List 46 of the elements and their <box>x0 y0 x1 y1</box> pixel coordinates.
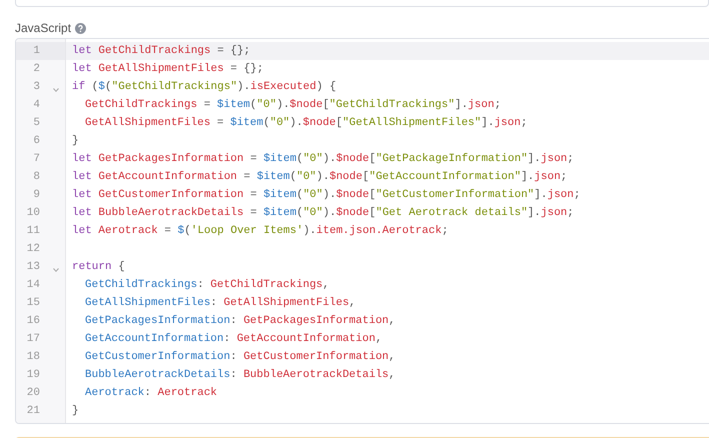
line-number: 10 <box>26 206 40 221</box>
code-line: GetChildTrackings: GetChildTrackings, <box>85 278 330 293</box>
line-number: 17 <box>26 332 40 347</box>
code-line: GetAllShipmentFiles = $item("0").$node["GetAllShipmentFiles"].json; <box>85 116 528 131</box>
fold-chevron-icon[interactable] <box>53 88 59 92</box>
code-line: GetChildTrackings = $item("0").$node["GetChildTrackings"].json; <box>85 98 501 113</box>
code-line: let BubbleAerotrackDetails = $item("0").$node["Get Aerotrack details"].json; <box>72 206 574 221</box>
code-line: GetCustomerInformation: GetCustomerInformation, <box>85 350 396 365</box>
code-line: } <box>72 134 79 149</box>
code-line: GetAccountInformation: GetAccountInformation, <box>85 332 382 347</box>
field-label: JavaScript <box>15 20 72 37</box>
line-number: 14 <box>26 278 40 293</box>
line-number: 7 <box>32 152 40 167</box>
line-number: 6 <box>32 134 40 149</box>
code-line: let GetCustomerInformation = $item("0").$node["GetCustomerInformation"].json; <box>72 188 580 203</box>
code-line: GetPackagesInformation: GetPackagesInformation, <box>85 314 396 329</box>
line-number: 4 <box>32 98 40 113</box>
code-line: return { <box>72 260 125 275</box>
code-line: } <box>72 404 79 419</box>
line-number: 5 <box>32 116 40 131</box>
line-number: 16 <box>26 314 40 329</box>
line-number: 19 <box>26 368 40 383</box>
line-number: 8 <box>32 170 40 185</box>
line-number: 3 <box>32 80 40 95</box>
line-number: 9 <box>32 188 40 203</box>
line-number: 2 <box>32 62 40 77</box>
code-line: Aerotrack: Aerotrack <box>85 386 218 401</box>
code-line: let GetChildTrackings = {}; <box>72 44 250 59</box>
line-number: 12 <box>26 242 40 257</box>
line-number: 18 <box>26 350 40 365</box>
code-line: BubbleAerotrackDetails: BubbleAerotrackDetails, <box>85 368 396 383</box>
code-line: if ($("GetChildTrackings").isExecuted) { <box>72 80 336 95</box>
code-line: let Aerotrack = $('Loop Over Items').item.json.Aerotrack; <box>72 224 448 239</box>
line-number: 11 <box>26 224 40 239</box>
fold-chevron-icon[interactable] <box>53 268 59 272</box>
line-number: 13 <box>26 260 40 275</box>
code-line: let GetAllShipmentFiles = {}; <box>72 62 264 77</box>
line-number: 20 <box>26 386 40 401</box>
help-icon[interactable] <box>75 22 86 34</box>
line-number: 15 <box>26 296 40 311</box>
code-line: let GetAccountInformation = $item("0").$node["GetAccountInformation"].json; <box>72 170 568 185</box>
code-editor[interactable] <box>15 38 709 424</box>
code-line: let GetPackagesInformation = $item("0").$node["GetPackageInformation"].json; <box>72 152 574 167</box>
code-line: GetAllShipmentFiles: GetAllShipmentFiles, <box>85 296 356 311</box>
line-number: 1 <box>32 44 40 59</box>
line-number: 21 <box>26 404 40 419</box>
